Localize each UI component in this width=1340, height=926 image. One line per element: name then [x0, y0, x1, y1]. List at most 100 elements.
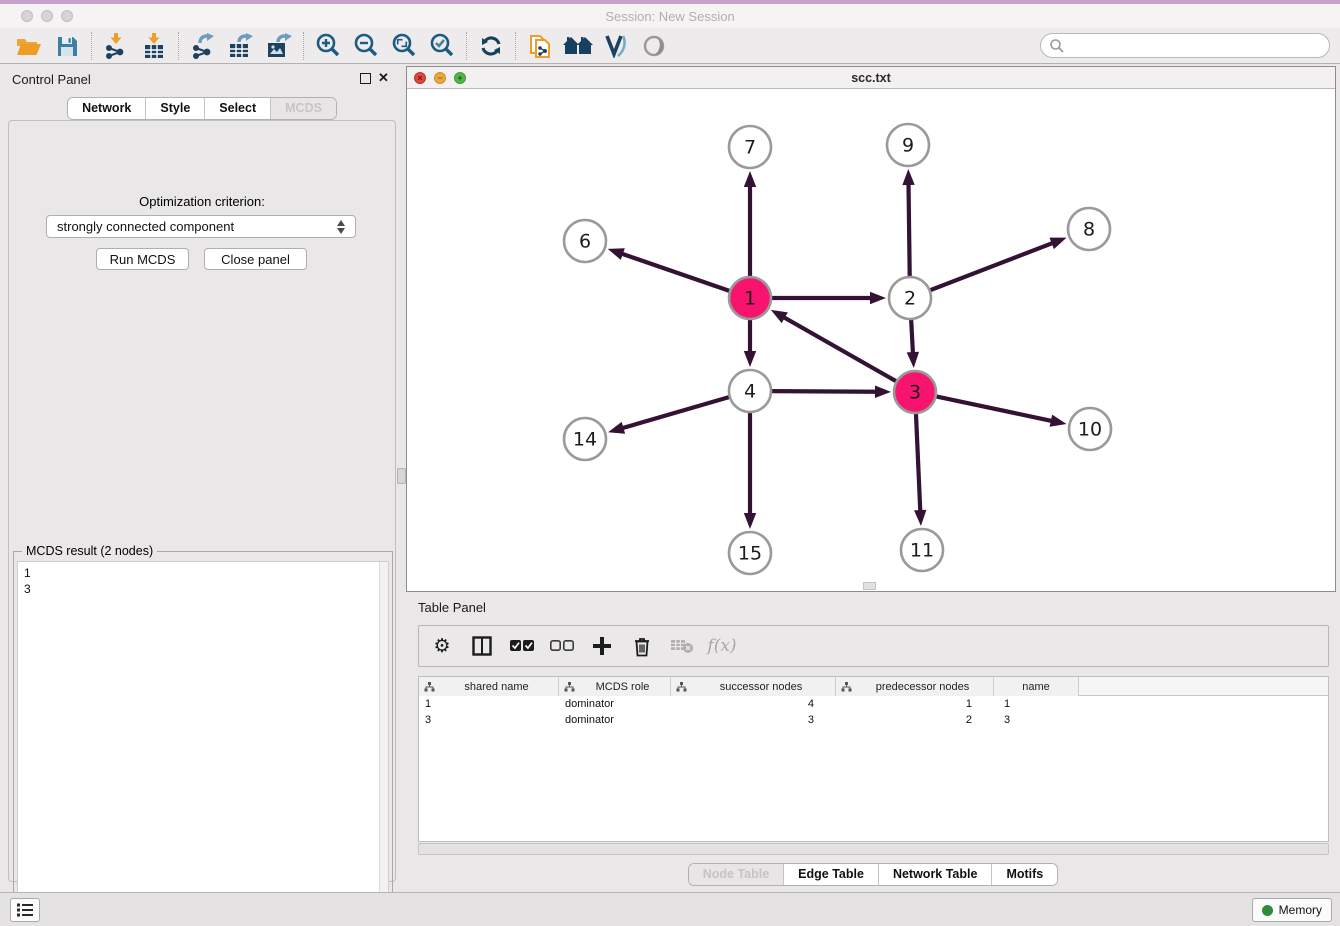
stepper-icon	[336, 219, 347, 235]
search-input[interactable]	[1070, 39, 1329, 53]
node-4[interactable]: 4	[729, 370, 771, 412]
save-session-icon[interactable]	[48, 31, 86, 61]
search-field[interactable]	[1040, 33, 1330, 58]
export-image-icon[interactable]	[260, 31, 298, 61]
column-header-name[interactable]: name	[994, 677, 1079, 696]
float-panel-icon[interactable]	[360, 73, 371, 84]
zoom-fit-icon[interactable]	[385, 31, 423, 61]
edge-4-3[interactable]	[771, 391, 877, 392]
cell-mcds-role[interactable]: dominator	[559, 696, 671, 712]
open-session-icon[interactable]	[10, 31, 48, 61]
delete-column-icon[interactable]	[669, 633, 695, 659]
search-icon	[1049, 38, 1065, 54]
column-header-successor-nodes[interactable]: successor nodes	[671, 677, 836, 696]
add-row-icon[interactable]	[589, 633, 615, 659]
node-8[interactable]: 8	[1068, 208, 1110, 250]
node-10[interactable]: 10	[1069, 408, 1111, 450]
eye-icon[interactable]	[635, 31, 673, 61]
edge-1-6[interactable]	[621, 253, 730, 291]
main-toolbar	[0, 28, 1340, 64]
cell-shared-name[interactable]: 3	[419, 712, 559, 728]
memory-label: Memory	[1279, 903, 1322, 917]
column-header-mcds-role[interactable]: MCDS role	[559, 677, 671, 696]
table-row[interactable]: 3dominator323	[419, 712, 1328, 728]
edge-3-10[interactable]	[936, 396, 1053, 421]
close-panel-icon[interactable]: ✕	[378, 70, 389, 85]
table-hscrollbar[interactable]	[418, 843, 1329, 855]
node-14[interactable]: 14	[564, 418, 606, 460]
edge-arrow-1-7	[744, 171, 756, 187]
node-6[interactable]: 6	[564, 220, 606, 262]
memory-button[interactable]: Memory	[1252, 898, 1332, 922]
node-2[interactable]: 2	[889, 277, 931, 319]
cell-name[interactable]: 3	[994, 712, 1079, 728]
clone-network-icon[interactable]	[521, 31, 559, 61]
column-header-predecessor-nodes[interactable]: predecessor nodes	[836, 677, 994, 696]
task-history-button[interactable]	[10, 898, 40, 922]
window-title: Session: New Session	[0, 9, 1340, 24]
cell-successor-nodes[interactable]: 3	[671, 712, 836, 728]
columns-icon[interactable]	[469, 633, 495, 659]
export-table-icon[interactable]	[222, 31, 260, 61]
network-graph: 7 9 6 8 1 2 4 3 14 10 15 11	[407, 89, 1335, 591]
tab-network[interactable]: Network	[68, 98, 145, 119]
node-9[interactable]: 9	[887, 124, 929, 166]
import-network-icon[interactable]	[97, 31, 135, 61]
function-icon[interactable]: f(x)	[709, 633, 735, 659]
edge-arrow-4-14	[608, 422, 625, 434]
svg-text:9: 9	[902, 135, 914, 157]
network-titlebar[interactable]: × − + scc.txt	[407, 67, 1335, 89]
edge-2-9[interactable]	[908, 183, 909, 277]
import-table-icon[interactable]	[135, 31, 173, 61]
select-none-icon[interactable]	[549, 633, 575, 659]
select-all-icon[interactable]	[509, 633, 535, 659]
node-11[interactable]: 11	[901, 529, 943, 571]
tab-style[interactable]: Style	[145, 98, 204, 119]
zoom-selected-icon[interactable]	[423, 31, 461, 61]
tab-edge-table[interactable]: Edge Table	[783, 864, 878, 885]
column-label: shared name	[435, 681, 558, 693]
network-canvas[interactable]: 7 9 6 8 1 2 4 3 14 10 15 11	[407, 89, 1335, 591]
cell-shared-name[interactable]: 1	[419, 696, 559, 712]
cell-predecessor-nodes[interactable]: 2	[836, 712, 994, 728]
column-header-shared-name[interactable]: shared name	[419, 677, 559, 696]
edge-2-8[interactable]	[930, 243, 1054, 291]
vizmapper-icon[interactable]	[597, 31, 635, 61]
tab-select[interactable]: Select	[204, 98, 270, 119]
node-7[interactable]: 7	[729, 126, 771, 168]
node-3[interactable]: 3	[894, 371, 936, 413]
edge-3-1[interactable]	[783, 317, 897, 382]
node-1[interactable]: 1	[729, 277, 771, 319]
cell-name[interactable]: 1	[994, 696, 1079, 712]
table-header-row: shared nameMCDS rolesuccessor nodesprede…	[419, 677, 1328, 696]
close-panel-button[interactable]: Close panel	[204, 248, 307, 270]
gear-icon[interactable]: ⚙	[429, 633, 455, 659]
edge-4-14[interactable]	[621, 397, 729, 429]
edge-3-11[interactable]	[916, 413, 920, 512]
cell-mcds-role[interactable]: dominator	[559, 712, 671, 728]
edge-arrow-3-11	[914, 510, 926, 526]
svg-text:2: 2	[904, 288, 916, 310]
run-mcds-button[interactable]: Run MCDS	[96, 248, 189, 270]
zoom-in-icon[interactable]	[309, 31, 347, 61]
tab-mcds[interactable]: MCDS	[270, 98, 336, 119]
delete-icon[interactable]	[629, 633, 655, 659]
edge-2-3[interactable]	[911, 319, 913, 354]
tab-node-table[interactable]: Node Table	[689, 864, 783, 885]
export-network-icon[interactable]	[184, 31, 222, 61]
tab-motifs[interactable]: Motifs	[991, 864, 1057, 885]
zoom-out-icon[interactable]	[347, 31, 385, 61]
table-toolbar: ⚙ f(x)	[418, 625, 1329, 667]
tab-network-table[interactable]: Network Table	[878, 864, 992, 885]
cell-successor-nodes[interactable]: 4	[671, 696, 836, 712]
mcds-result-text[interactable]: 1 3	[18, 562, 378, 923]
cell-predecessor-nodes[interactable]: 1	[836, 696, 994, 712]
refresh-icon[interactable]	[472, 31, 510, 61]
optimization-criterion-select[interactable]: strongly connected component	[46, 215, 356, 238]
node-15[interactable]: 15	[729, 532, 771, 574]
table-row[interactable]: 1dominator411	[419, 696, 1328, 712]
home-icon[interactable]	[559, 31, 597, 61]
view-resize-handle[interactable]	[863, 582, 876, 590]
panel-splitter-handle[interactable]	[397, 468, 406, 484]
result-scrollbar[interactable]	[379, 562, 388, 923]
